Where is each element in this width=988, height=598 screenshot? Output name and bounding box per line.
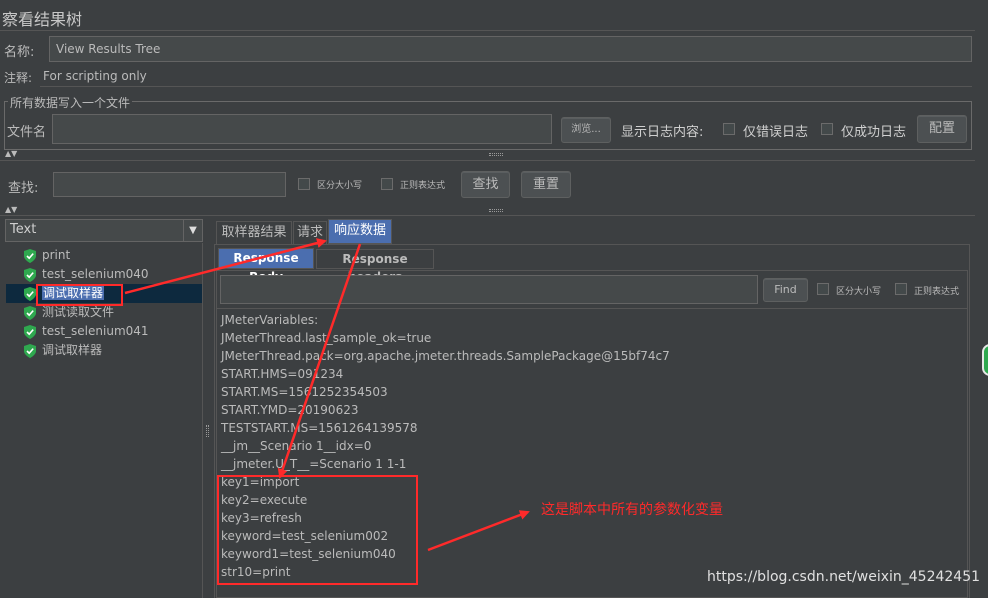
arrow-to-variables — [277, 243, 362, 479]
edge-circle-icon — [982, 344, 988, 376]
watermark: https://blog.csdn.net/weixin_45242451 — [707, 569, 981, 585]
annotation-note: 这是脚本中所有的参数化变量 — [541, 502, 723, 518]
annotation-arrows — [124, 238, 530, 552]
arrow-from-note — [427, 510, 530, 552]
arrow-to-response-tab — [124, 238, 327, 295]
